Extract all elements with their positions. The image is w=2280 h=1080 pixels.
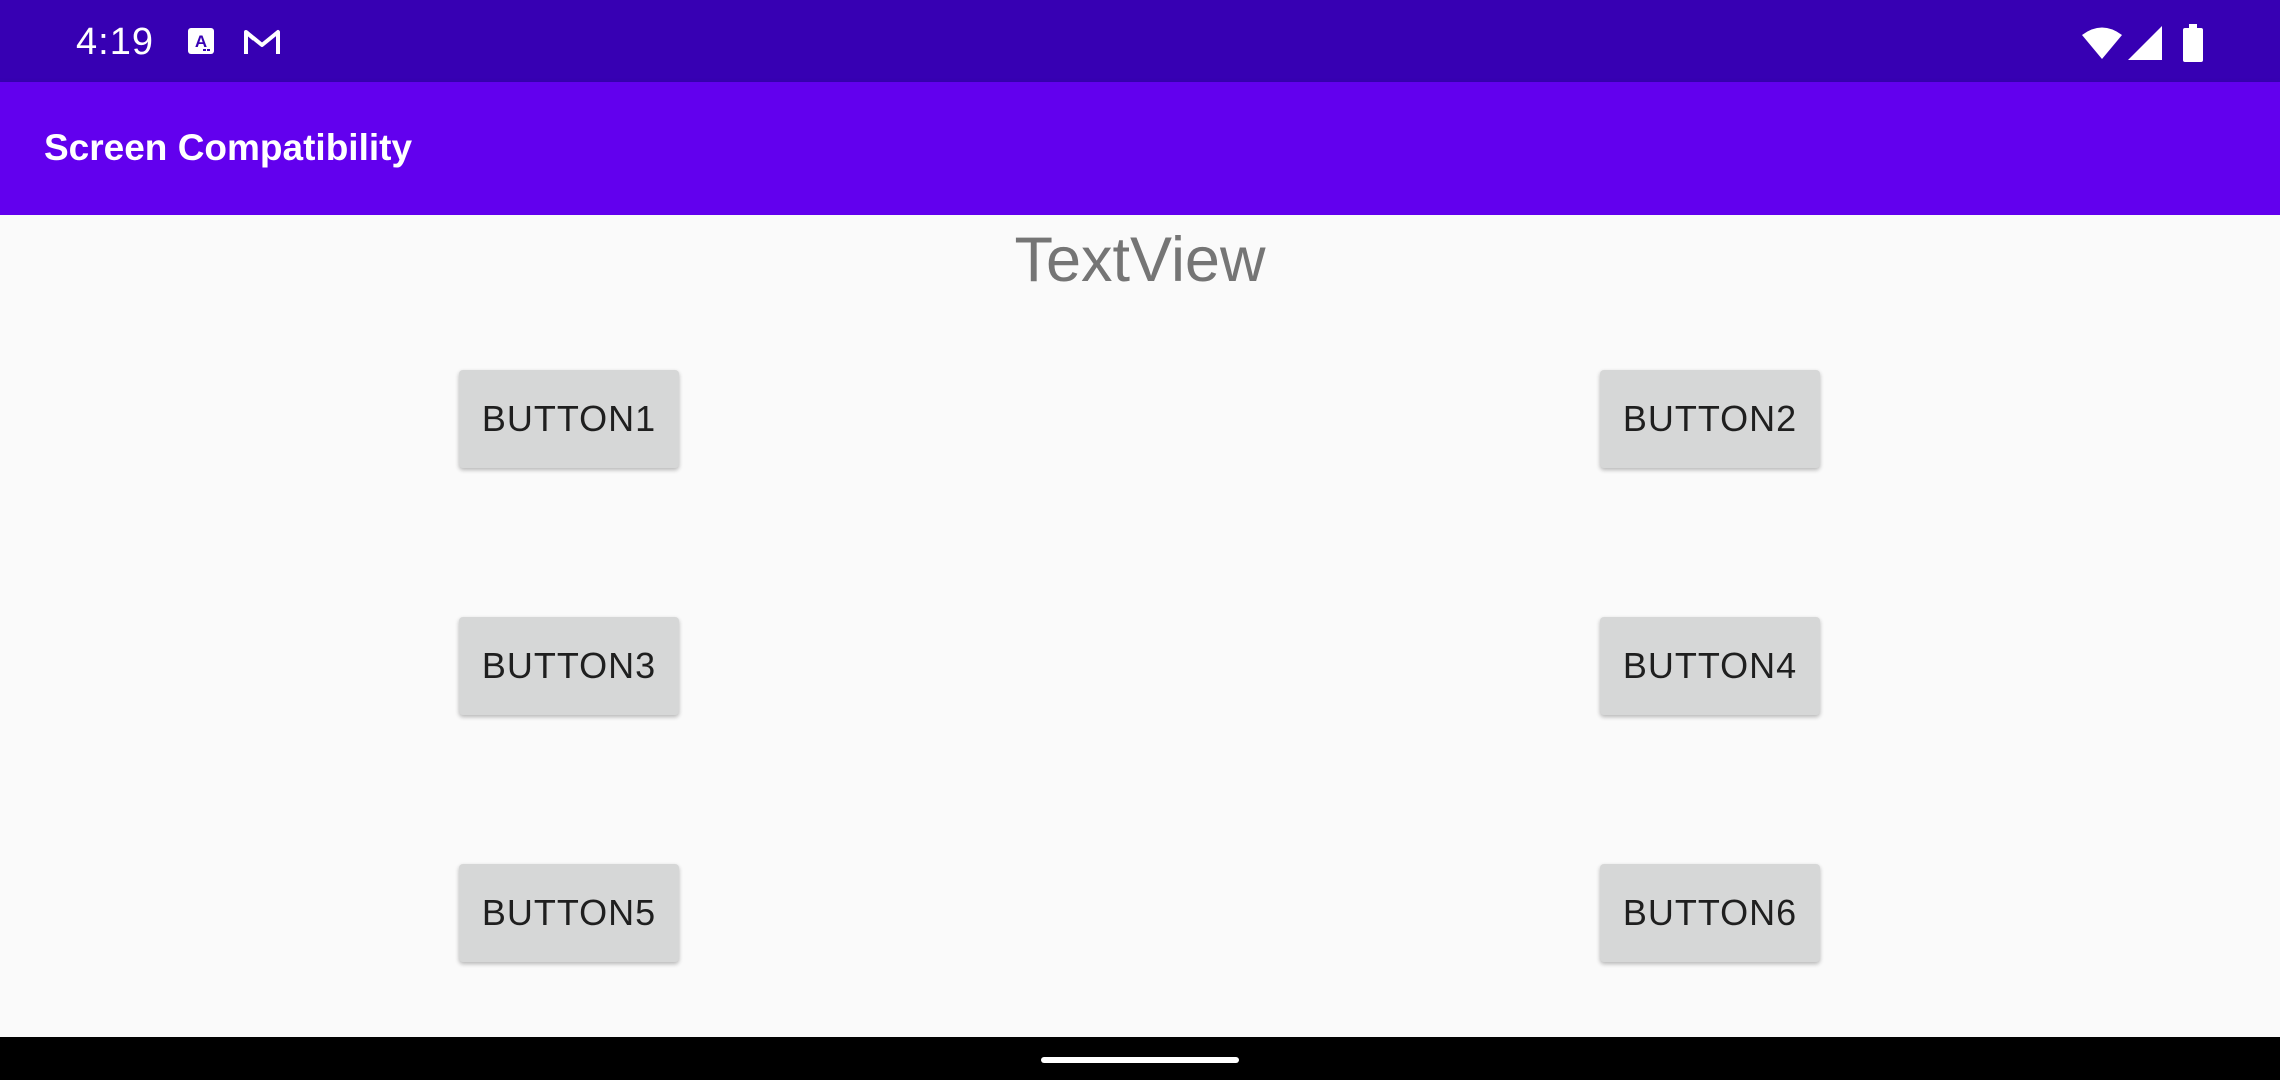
accessibility-a-icon: A (186, 26, 220, 60)
cellular-signal-icon (2128, 26, 2164, 65)
button-2[interactable]: BUTTON2 (1600, 370, 1820, 468)
app-bar: Screen Compatibility (0, 82, 2280, 215)
button-1[interactable]: BUTTON1 (459, 370, 679, 468)
battery-icon (2182, 24, 2204, 67)
main-content: TextView BUTTON1 BUTTON2 BUTTON3 BUTTON4… (0, 215, 2280, 1037)
wifi-icon (2080, 26, 2124, 65)
app-title: Screen Compatibility (44, 127, 413, 168)
button-3[interactable]: BUTTON3 (459, 617, 679, 715)
button-4[interactable]: BUTTON4 (1600, 617, 1820, 715)
navigation-bar (0, 1037, 2280, 1080)
svg-text:A: A (195, 32, 207, 51)
button-6[interactable]: BUTTON6 (1600, 864, 1820, 962)
button-5[interactable]: BUTTON5 (459, 864, 679, 962)
text-view: TextView (1014, 225, 1266, 295)
status-time: 4:19 (76, 21, 154, 63)
gmail-icon (242, 26, 282, 60)
status-bar: 4:19 A (0, 0, 2280, 82)
home-gesture-handle[interactable] (1041, 1057, 1239, 1063)
